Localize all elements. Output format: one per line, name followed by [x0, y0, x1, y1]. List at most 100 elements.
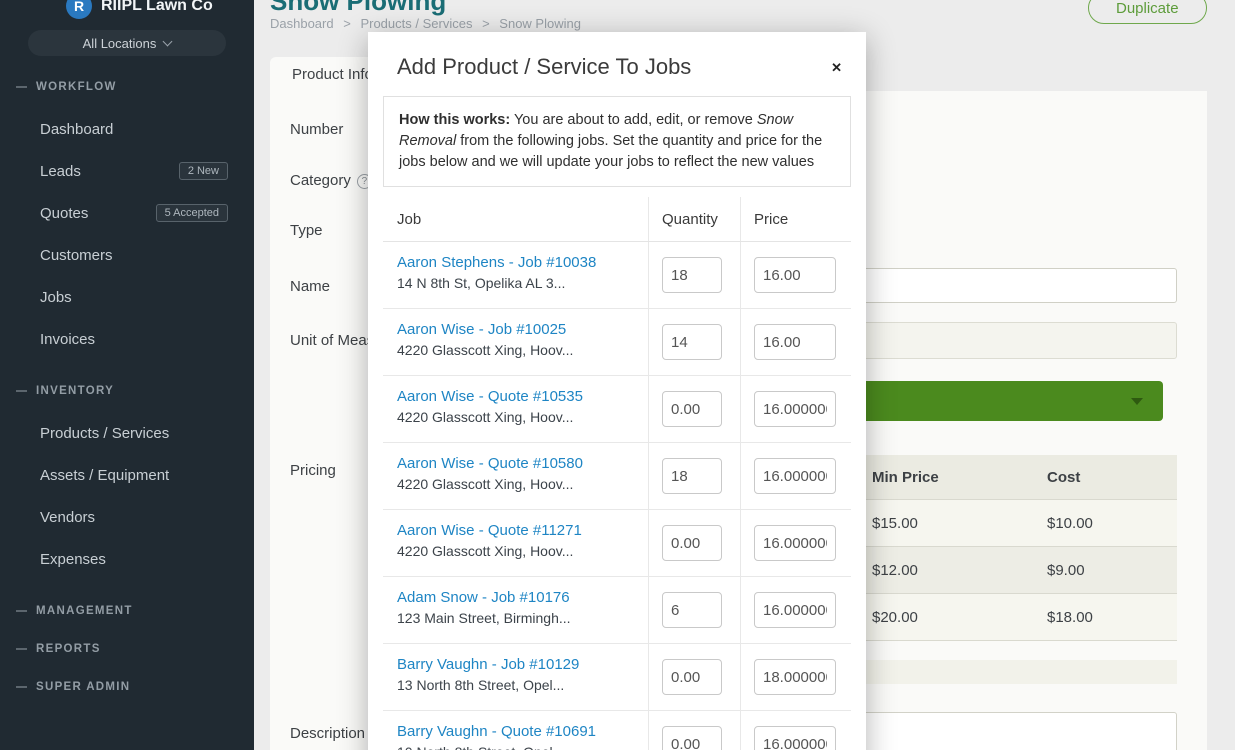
cost-cell: $9.00 [1035, 547, 1177, 593]
quantity-input[interactable] [662, 659, 722, 695]
sidebar-item-label: Jobs [40, 289, 72, 306]
quantity-cell [648, 242, 740, 308]
info-text: from the following jobs. Set the quantit… [399, 133, 822, 170]
job-row: Barry Vaughn - Job #10129 13 North 8th S… [383, 644, 851, 711]
price-input[interactable] [754, 726, 836, 750]
job-address: 13 North 8th Street, Opel... [397, 677, 638, 693]
cost-cell: $10.00 [1035, 500, 1177, 546]
min-price-cell: $15.00 [860, 500, 1035, 546]
breadcrumb-separator: > [482, 16, 490, 31]
job-link[interactable]: Barry Vaughn - Quote #10691 [397, 723, 638, 740]
sidebar-item-jobs[interactable]: Jobs [0, 276, 254, 318]
section-collapse-icon [16, 686, 27, 688]
job-link[interactable]: Aaron Wise - Quote #10535 [397, 388, 638, 405]
sidebar-section-inventory: INVENTORY Products / Services Assets / E… [0, 384, 254, 580]
number-label: Number [290, 121, 343, 138]
job-address: 123 Main Street, Birmingh... [397, 610, 638, 626]
breadcrumb-products-services[interactable]: Products / Services [360, 16, 472, 31]
job-link[interactable]: Aaron Stephens - Job #10038 [397, 254, 638, 271]
sidebar-item-vendors[interactable]: Vendors [0, 496, 254, 538]
job-link[interactable]: Aaron Wise - Quote #11271 [397, 522, 638, 539]
quantity-column-header: Quantity [648, 197, 740, 241]
price-input[interactable] [754, 324, 836, 360]
breadcrumb-current: Snow Plowing [499, 16, 581, 31]
min-price-cell: $12.00 [860, 547, 1035, 593]
sidebar-item-invoices[interactable]: Invoices [0, 318, 254, 360]
close-icon[interactable]: ✕ [827, 56, 846, 80]
job-info: Aaron Wise - Quote #10535 4220 Glasscott… [383, 376, 648, 442]
quantity-cell [648, 577, 740, 643]
section-header-management[interactable]: MANAGEMENT [0, 604, 254, 618]
section-collapse-icon [16, 610, 27, 612]
price-cell [740, 510, 851, 576]
price-input[interactable] [754, 592, 836, 628]
jobs-table: Job Quantity Price Aaron Stephens - Job … [383, 197, 851, 750]
sidebar-item-label: Quotes [40, 205, 88, 222]
price-input[interactable] [754, 525, 836, 561]
how-this-works-info: How this works: You are about to add, ed… [383, 96, 851, 187]
quantity-input[interactable] [662, 525, 722, 561]
job-link[interactable]: Aaron Wise - Job #10025 [397, 321, 638, 338]
job-link[interactable]: Barry Vaughn - Job #10129 [397, 656, 638, 673]
location-selector[interactable]: All Locations [28, 30, 226, 56]
job-row: Aaron Wise - Job #10025 4220 Glasscott X… [383, 309, 851, 376]
info-lead: How this works: [399, 112, 510, 128]
section-header-reports[interactable]: REPORTS [0, 642, 254, 656]
duplicate-button[interactable]: Duplicate [1088, 0, 1207, 24]
quantity-input[interactable] [662, 324, 722, 360]
page-title: Snow Plowing [270, 0, 446, 17]
job-link[interactable]: Aaron Wise - Quote #10580 [397, 455, 638, 472]
category-label: Category? [290, 172, 372, 189]
sidebar-item-label: Assets / Equipment [40, 467, 169, 484]
price-input[interactable] [754, 257, 836, 293]
quantity-cell [648, 510, 740, 576]
sidebar-item-assets-equipment[interactable]: Assets / Equipment [0, 454, 254, 496]
sidebar-item-customers[interactable]: Customers [0, 234, 254, 276]
sidebar-item-quotes[interactable]: Quotes 5 Accepted [0, 192, 254, 234]
sidebar-item-label: Products / Services [40, 425, 169, 442]
breadcrumb-dashboard[interactable]: Dashboard [270, 16, 334, 31]
section-header-inventory: INVENTORY [0, 384, 254, 398]
name-label: Name [290, 278, 330, 295]
pricing-table: Min Price Cost $15.00 $10.00 $12.00 $9.0… [860, 455, 1177, 641]
sidebar-item-leads[interactable]: Leads 2 New [0, 150, 254, 192]
chevron-down-icon [163, 37, 173, 47]
cost-cell: $18.00 [1035, 594, 1177, 640]
quantity-input[interactable] [662, 391, 722, 427]
quantity-input[interactable] [662, 458, 722, 494]
pricing-table-row[interactable]: $20.00 $18.00 [860, 594, 1177, 641]
info-text: You are about to add, edit, or remove [510, 112, 757, 128]
sidebar-item-expenses[interactable]: Expenses [0, 538, 254, 580]
job-address: 4220 Glasscott Xing, Hoov... [397, 342, 638, 358]
price-cell [740, 577, 851, 643]
pricing-table-footer [860, 660, 1177, 684]
job-link[interactable]: Adam Snow - Job #10176 [397, 589, 638, 606]
job-row: Aaron Wise - Quote #10580 4220 Glasscott… [383, 443, 851, 510]
price-input[interactable] [754, 458, 836, 494]
pricing-table-row[interactable]: $12.00 $9.00 [860, 547, 1177, 594]
price-input[interactable] [754, 391, 836, 427]
quantity-input[interactable] [662, 592, 722, 628]
pricing-table-row[interactable]: $15.00 $10.00 [860, 500, 1177, 547]
job-info: Adam Snow - Job #10176 123 Main Street, … [383, 577, 648, 643]
job-info: Barry Vaughn - Quote #10691 10 North 8th… [383, 711, 648, 750]
section-header-super-admin[interactable]: SUPER ADMIN [0, 680, 254, 694]
job-address: 4220 Glasscott Xing, Hoov... [397, 409, 638, 425]
sidebar-item-products-services[interactable]: Products / Services [0, 412, 254, 454]
sidebar-item-label: Customers [40, 247, 113, 264]
job-info: Aaron Stephens - Job #10038 14 N 8th St,… [383, 242, 648, 308]
breadcrumb-separator: > [343, 16, 351, 31]
sidebar-item-dashboard[interactable]: Dashboard [0, 108, 254, 150]
job-row: Adam Snow - Job #10176 123 Main Street, … [383, 577, 851, 644]
section-label: REPORTS [36, 643, 101, 655]
logo-icon: R [66, 0, 92, 19]
job-address: 10 North 8th Street, Opel... [397, 744, 638, 750]
quantity-input[interactable] [662, 257, 722, 293]
price-cell [740, 309, 851, 375]
price-cell [740, 376, 851, 442]
price-input[interactable] [754, 659, 836, 695]
breadcrumb: Dashboard > Products / Services > Snow P… [270, 16, 587, 31]
price-cell [740, 644, 851, 710]
quantity-input[interactable] [662, 726, 722, 750]
job-address: 4220 Glasscott Xing, Hoov... [397, 543, 638, 559]
